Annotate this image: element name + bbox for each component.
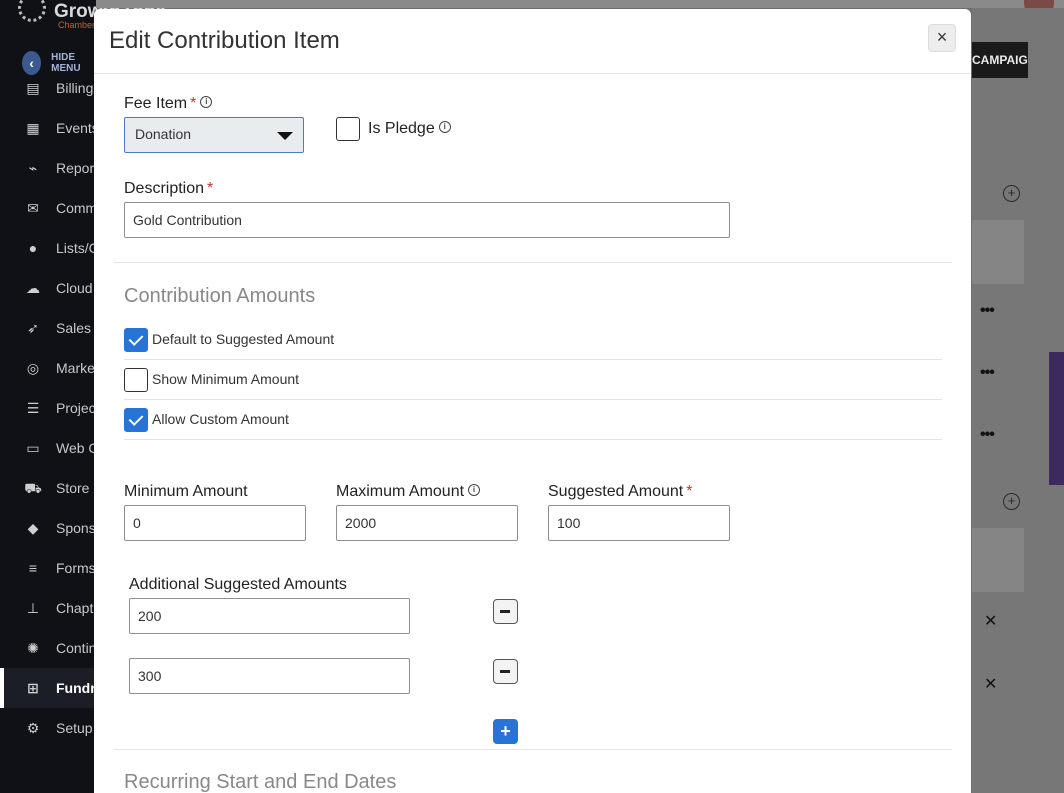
badge-icon: ✺	[27, 640, 39, 656]
sitemap-icon: ⊥	[26, 600, 40, 616]
sidebar-item-reports[interactable]: ⌁Reports	[0, 148, 96, 188]
default-suggested-label: Default to Suggested Amount	[152, 331, 335, 347]
sidebar-item-setup[interactable]: ⚙ Setup	[0, 708, 96, 748]
add-campaign-button[interactable]: CAMPAIGN	[972, 42, 1028, 78]
divider	[114, 749, 952, 750]
is-pledge-checkbox[interactable]	[336, 117, 360, 141]
target-icon: ◎	[26, 360, 40, 376]
modal-header: Edit Contribution Item ×	[94, 9, 971, 74]
additional-amount-input[interactable]: 200	[129, 598, 410, 634]
sidebar-item-billing[interactable]: ▤ Billing	[0, 68, 96, 108]
more-icon[interactable]: •••	[980, 426, 995, 444]
edit-contribution-modal: Edit Contribution Item × Fee Item * i Dona…	[94, 9, 971, 793]
required-mark: *	[190, 95, 197, 112]
sidebar-item-fundraising[interactable]: ⊞Fundraising	[0, 668, 96, 708]
minimum-amount-label: Minimum Amount	[124, 483, 248, 500]
rocket-icon: ➶	[27, 320, 39, 336]
app-topbar	[96, 0, 1064, 8]
info-icon[interactable]: i	[438, 121, 451, 133]
description-label: Description *	[124, 180, 214, 197]
additional-amount-input[interactable]: 300	[129, 658, 410, 694]
chart-icon: ⌁	[28, 160, 38, 176]
sidebar-item-marketing[interactable]: ◎Marketing	[0, 348, 96, 388]
close-icon: ×	[936, 27, 948, 47]
billing-icon: ▤	[26, 80, 40, 96]
sidebar-item-store[interactable]: ⛟ Store	[0, 468, 96, 508]
remove-icon[interactable]: ✕	[984, 611, 997, 631]
add-amount-button[interactable]: +	[493, 719, 518, 744]
maximum-amount-label: Maximum Amount i	[336, 483, 481, 501]
modal-title: Edit Contribution Item	[109, 27, 340, 54]
logo-subtext: Chamber	[58, 20, 96, 30]
required-mark: *	[207, 180, 214, 197]
checklist-icon: ☰	[26, 400, 40, 416]
diamond-icon: ◆	[27, 520, 39, 536]
logo-icon	[18, 0, 46, 22]
suggested-amount-input[interactable]: 100	[548, 505, 730, 541]
feedback-tab[interactable]	[1049, 352, 1064, 485]
envelope-icon: ✉	[27, 200, 39, 216]
calendar-icon: ▦	[26, 120, 40, 136]
web-icon: ▭	[26, 440, 40, 456]
more-icon[interactable]: •••	[980, 302, 995, 320]
fee-item-select[interactable]: Donation	[124, 117, 304, 153]
sidebar-item-web-content[interactable]: ▭Web Content	[0, 428, 96, 468]
show-minimum-label: Show Minimum Amount	[152, 371, 300, 387]
additional-amounts-label: Additional Suggested Amounts	[129, 576, 347, 593]
is-pledge-label: Is Pledge i	[368, 120, 451, 138]
divider	[114, 262, 952, 263]
suggested-amount-label: Suggested Amount *	[548, 483, 693, 500]
info-icon[interactable]: i	[200, 96, 213, 108]
sidebar-item-continuing-ed[interactable]: ✺Continuing Ed	[0, 628, 96, 668]
remove-icon[interactable]: ✕	[984, 674, 997, 694]
sidebar-item-cloud[interactable]: ☁ Cloud	[0, 268, 96, 308]
sidebar-nav: ▤Billing ▦Events ⌁Reports ✉Communication…	[0, 68, 96, 748]
info-icon[interactable]: i	[468, 484, 481, 496]
sidebar-item-projects[interactable]: ☰Projects	[0, 388, 96, 428]
remove-amount-button[interactable]	[493, 599, 518, 624]
allow-custom-checkbox[interactable]	[124, 408, 148, 432]
cloud-icon: ☁	[26, 280, 40, 296]
sidebar-item-forms[interactable]: ≡ Forms	[0, 548, 96, 588]
bg-panel	[972, 220, 1024, 284]
list-icon: ≡	[28, 560, 38, 576]
divider	[124, 359, 942, 360]
close-button[interactable]: ×	[928, 24, 956, 52]
cart-icon: ⛟	[24, 480, 42, 496]
sidebar-item-sales[interactable]: ➶ Sales	[0, 308, 96, 348]
default-suggested-checkbox[interactable]	[124, 328, 148, 352]
sidebar-item-lists[interactable]: ●Lists/Groups	[0, 228, 96, 268]
users-icon: ●	[28, 240, 38, 256]
divider	[124, 439, 942, 440]
more-icon[interactable]: •••	[980, 364, 995, 382]
contribution-amounts-title: Contribution Amounts	[124, 285, 316, 307]
add-icon[interactable]: +	[1003, 493, 1020, 510]
remove-amount-button[interactable]	[493, 659, 518, 684]
app-sidebar: GrowthZone Chamber ‹ HIDE MENU ▤Billing …	[0, 0, 166, 793]
sidebar-item-sponsorships[interactable]: ◆Sponsorships	[0, 508, 96, 548]
description-input[interactable]: Gold Contribution	[124, 202, 730, 238]
minimum-amount-input[interactable]: 0	[124, 505, 306, 541]
caret-down-icon	[277, 132, 293, 140]
plus-icon: +	[500, 721, 511, 741]
fee-item-label: Fee Item * i	[124, 95, 213, 113]
maximum-amount-input[interactable]: 2000	[336, 505, 518, 541]
bg-panel	[972, 528, 1024, 592]
required-mark: *	[686, 483, 693, 500]
sidebar-item-events[interactable]: ▦ Events	[0, 108, 96, 148]
gear-icon: ⚙	[26, 720, 40, 736]
recurring-dates-title: Recurring Start and End Dates	[124, 771, 397, 793]
add-icon[interactable]: +	[1003, 185, 1020, 202]
sidebar-item-communication[interactable]: ✉Communication	[0, 188, 96, 228]
show-minimum-checkbox[interactable]	[124, 368, 148, 392]
gift-icon: ⊞	[27, 680, 39, 696]
sidebar-item-chapters[interactable]: ⊥Chapters	[0, 588, 96, 628]
allow-custom-label: Allow Custom Amount	[152, 411, 289, 427]
divider	[124, 399, 942, 400]
